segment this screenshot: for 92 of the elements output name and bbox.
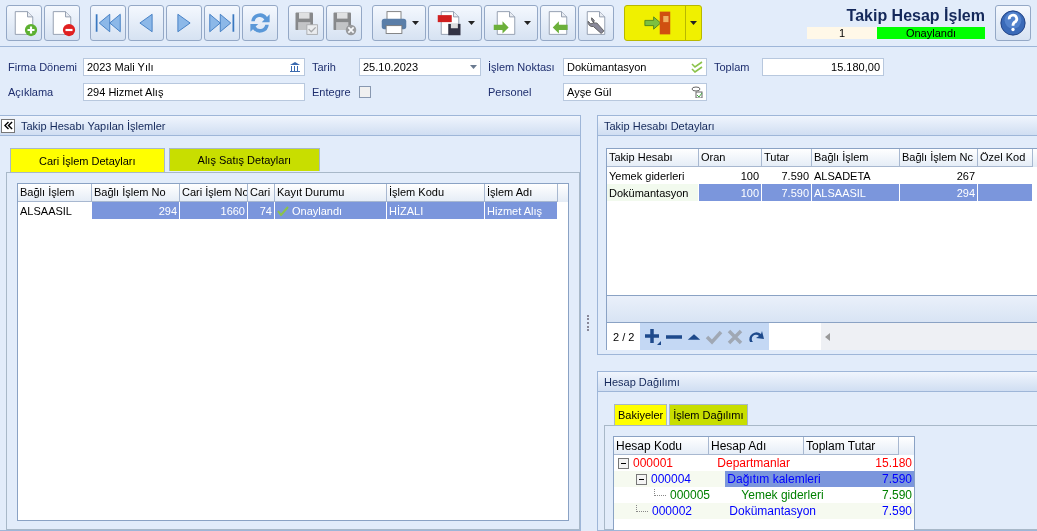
field-label: Toplam <box>714 61 751 73</box>
description-field[interactable]: 294 Hizmet Alış <box>83 83 305 101</box>
pdf-button[interactable] <box>428 5 482 41</box>
column-header[interactable]: Bağlı İşlem <box>18 184 92 202</box>
collapse-icon[interactable] <box>636 473 647 485</box>
column-header[interactable]: Hesap Kodu <box>614 437 709 455</box>
caret-icon <box>412 21 419 25</box>
tree-cell: 000002 <box>652 504 693 518</box>
exit-door-icon <box>643 9 673 37</box>
tab[interactable]: Alış Satış Detayları <box>168 148 321 171</box>
tab[interactable]: Cari İşlem Detayları <box>10 148 165 172</box>
print-button[interactable] <box>372 5 426 41</box>
field-label: Firma Dönemi <box>8 61 76 73</box>
tree-cell: 7.590 <box>820 503 914 519</box>
refresh-button[interactable] <box>242 5 278 41</box>
tree-cell: 000005 <box>670 488 711 502</box>
tree-cell-text: Departmanlar <box>716 455 792 471</box>
collapse-button[interactable] <box>1 118 15 133</box>
tree-cell: Dağıtım kalemleri <box>725 471 823 487</box>
caret-icon <box>690 21 697 25</box>
tree-cell: Dokümantasyon <box>727 503 821 519</box>
date-field[interactable]: 25.10.2023 <box>359 58 481 76</box>
column-header[interactable]: Toplam Tutar <box>804 437 899 455</box>
first-button[interactable] <box>90 5 126 41</box>
location-field[interactable]: Dokümantasyon <box>563 58 707 76</box>
panel-title: Takip Hesabı Detayları <box>604 119 715 132</box>
record-number: 1 <box>807 27 877 39</box>
column-header[interactable]: Takip Hesabı <box>607 149 699 167</box>
next-button[interactable] <box>166 5 202 41</box>
table-cell: Dokümantasyon <box>607 184 699 201</box>
field-label: İşlem Noktası <box>488 61 556 73</box>
field-label: Entegre <box>312 86 352 98</box>
table-cell: Hizmet Alış <box>485 202 558 219</box>
personnel-field[interactable]: Ayşe Gül <box>563 83 707 101</box>
table-cell: 294 <box>900 184 978 201</box>
tab[interactable]: Bakiyeler <box>614 404 668 425</box>
field-label: Tarih <box>312 61 337 73</box>
field-label: Personel <box>488 86 533 98</box>
table-cell: 294 <box>92 202 180 219</box>
bank-icon <box>289 61 301 73</box>
help-button[interactable] <box>995 5 1031 41</box>
period-field[interactable]: 2023 Mali Yılı <box>83 58 305 76</box>
splitter-handle[interactable] <box>587 315 591 331</box>
table-cell: 74 <box>248 202 275 219</box>
left-arrow-icon[interactable] <box>825 332 831 341</box>
settings-button[interactable] <box>578 5 614 41</box>
double-chevron-icon <box>3 121 13 130</box>
table-cell: 1660 <box>180 202 248 219</box>
table-cell: HİZALI <box>387 202 485 219</box>
total-field[interactable]: 15.180,00 <box>762 58 884 76</box>
column-header[interactable]: Bağlı İşlem Nc <box>900 149 978 167</box>
column-header[interactable]: Tutar <box>762 149 812 167</box>
tree-cell: 000001 <box>633 456 674 470</box>
previous-button[interactable] <box>128 5 164 41</box>
column-header[interactable]: Hesap Adı <box>709 437 804 455</box>
table-cell <box>978 184 1033 201</box>
tab[interactable]: İşlem Dağılımı <box>669 404 748 425</box>
window-title: Takip Hesap İşlem <box>846 7 985 25</box>
caret-icon <box>524 21 531 25</box>
delete-button[interactable] <box>44 5 80 41</box>
checkbox[interactable] <box>359 86 371 98</box>
status-badge: Onaylandı <box>877 27 985 39</box>
exit-button[interactable] <box>624 5 702 41</box>
tree-cell: 7.590 <box>822 471 914 487</box>
printer-icon <box>379 9 409 37</box>
check-icon <box>691 61 703 73</box>
check-icon <box>277 205 289 216</box>
tree-cell-text: 15.180 <box>874 455 913 471</box>
table-cell: 100 <box>699 184 762 201</box>
new-button[interactable] <box>6 5 42 41</box>
field-label: Açıklama <box>8 86 55 98</box>
panel-title: Hesap Dağılımı <box>604 375 680 388</box>
panel-title: Takip Hesabı Yapılan İşlemler <box>21 119 166 132</box>
help-icon <box>999 9 1027 37</box>
scrollbar[interactable] <box>821 323 1037 350</box>
tree-cell-text: 7.590 <box>880 487 913 503</box>
tree-cell-text: Yemek giderleri <box>740 487 825 503</box>
lookup-icon <box>691 86 703 98</box>
tree-cell: 000004 <box>651 472 692 486</box>
import-button[interactable] <box>540 5 576 41</box>
add-icon[interactable] <box>644 327 663 346</box>
caret-icon <box>470 65 477 69</box>
last-button[interactable] <box>204 5 240 41</box>
table-cell: Onaylandı <box>275 202 387 219</box>
column-header[interactable]: Özel Kod <box>978 149 1033 167</box>
table-cell: 7.590 <box>762 184 812 201</box>
collapse-icon[interactable] <box>618 457 629 469</box>
column-header[interactable]: Bağlı İşlem <box>812 149 900 167</box>
column-header[interactable]: Oran <box>699 149 762 167</box>
record-position: 2 / 2 <box>612 330 636 343</box>
caret-icon <box>468 21 475 25</box>
table-cell: ALSAASIL <box>812 184 900 201</box>
